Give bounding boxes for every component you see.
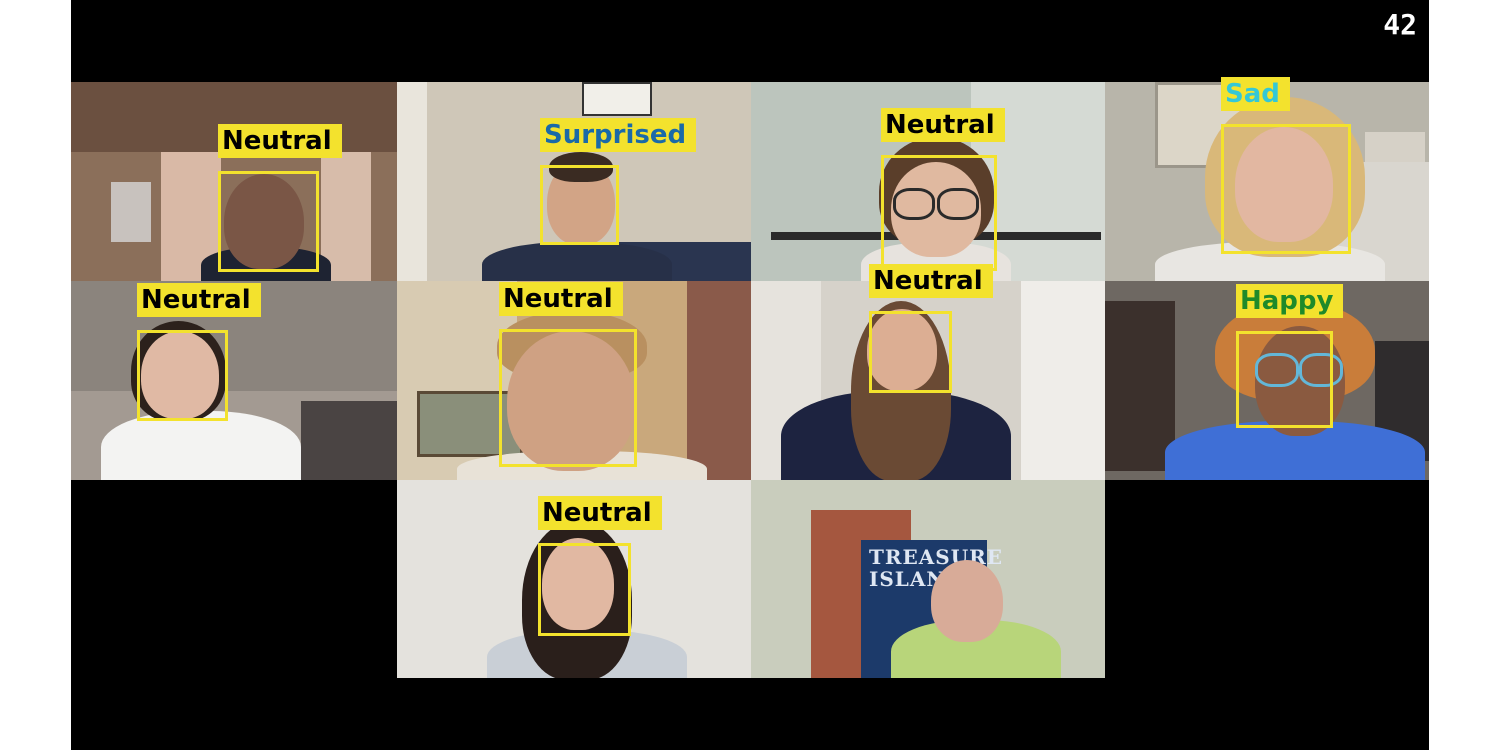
emotion-label-5: Neutral <box>137 283 261 317</box>
emotion-label-7: Neutral <box>869 264 993 298</box>
face-box-2 <box>540 165 619 245</box>
emotion-label-6: Neutral <box>499 282 623 316</box>
video-grid-screen: 42 TREASURE ISLAND Neutral Surprised Neu… <box>71 0 1429 750</box>
emotion-label-8: Happy <box>1236 284 1344 318</box>
face-box-9 <box>538 543 631 636</box>
emotion-label-9: Neutral <box>538 496 662 530</box>
participant-tile-10[interactable]: TREASURE ISLAND <box>751 480 1105 678</box>
face-box-5 <box>137 330 228 421</box>
face-box-3 <box>881 155 997 271</box>
emotion-label-2: Surprised <box>540 118 697 152</box>
face-box-7 <box>869 311 952 393</box>
face-box-1 <box>218 171 319 272</box>
emotion-label-4: Sad <box>1221 77 1290 111</box>
emotion-label-1: Neutral <box>218 124 342 158</box>
frame-counter: 42 <box>1383 8 1417 41</box>
emotion-label-3: Neutral <box>881 108 1005 142</box>
face-box-6 <box>499 329 637 467</box>
face-box-4 <box>1221 124 1351 254</box>
face-box-8 <box>1236 331 1333 428</box>
